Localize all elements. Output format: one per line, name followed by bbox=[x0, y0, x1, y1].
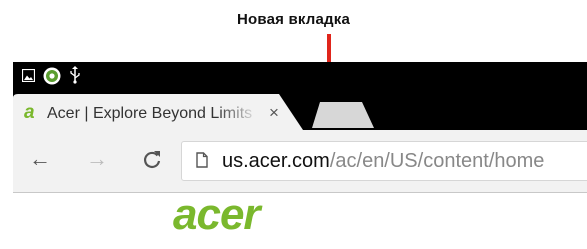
url-host: us.acer.com bbox=[222, 150, 330, 172]
url-path: /ac/en/US/content/home bbox=[329, 150, 545, 172]
chrome-app-icon bbox=[43, 67, 61, 85]
tab-title: Acer | Explore Beyond Limits bbox=[47, 105, 253, 122]
tab-favicon-icon: a bbox=[24, 102, 35, 123]
page-content: acer bbox=[13, 193, 587, 249]
tab-acer[interactable]: a Acer | Explore Beyond Limits × bbox=[13, 94, 303, 130]
back-button[interactable]: ← bbox=[29, 144, 51, 174]
address-bar[interactable]: us.acer.com/ac/en/US/content/home bbox=[181, 141, 587, 181]
usb-icon bbox=[70, 66, 80, 84]
forward-button[interactable]: → bbox=[86, 144, 108, 174]
status-bar bbox=[13, 62, 587, 90]
new-tab-caption: Новая вкладка bbox=[236, 11, 351, 28]
image-icon bbox=[22, 69, 35, 82]
reload-icon[interactable] bbox=[141, 149, 163, 171]
tab-strip: a Acer | Explore Beyond Limits × bbox=[13, 90, 587, 130]
address-url: us.acer.com/ac/en/US/content/home bbox=[222, 148, 544, 174]
browser-screen: a Acer | Explore Beyond Limits × ← → us.… bbox=[13, 62, 587, 249]
page-icon bbox=[196, 152, 208, 168]
toolbar: ← → us.acer.com/ac/en/US/content/home bbox=[13, 130, 587, 193]
acer-logo[interactable]: acer bbox=[173, 193, 261, 237]
close-icon[interactable]: × bbox=[269, 103, 279, 123]
new-tab-icon[interactable] bbox=[310, 100, 376, 130]
